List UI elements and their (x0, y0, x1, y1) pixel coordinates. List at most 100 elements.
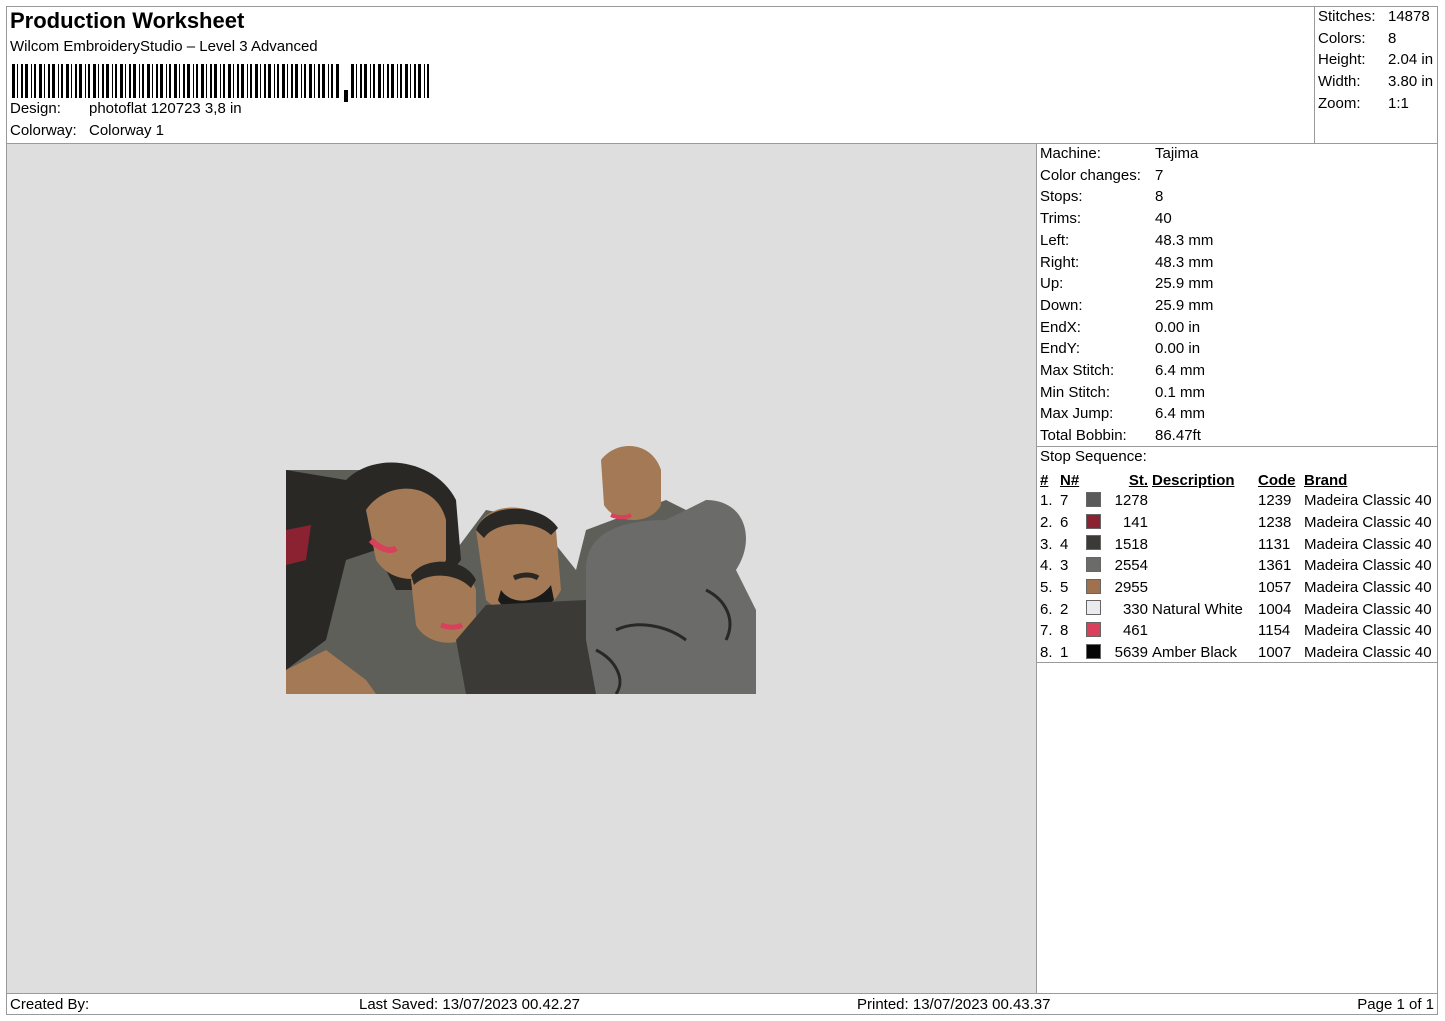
barcode-bar (85, 64, 86, 98)
color-swatch (1086, 643, 1101, 659)
barcode-bar (201, 64, 204, 98)
barcode-bar (58, 64, 59, 98)
barcode-bar (331, 64, 333, 98)
colorway-row: Colorway: Colorway 1 (10, 122, 164, 139)
table-row: 1. 7 1278 1239 Madeira Classic 40 (1038, 490, 1434, 512)
row-stitches: 461 (1122, 622, 1148, 640)
row-index: 8. (1040, 644, 1053, 662)
barcode-bar (61, 64, 63, 98)
stat-zoom: Zoom: 1:1 (1318, 94, 1409, 112)
row-needle: 2 (1060, 600, 1069, 618)
row-description (1150, 620, 1256, 642)
barcode-bar (414, 64, 416, 98)
machine-info-label: Max Jump: (1040, 405, 1114, 423)
barcode-bar (233, 64, 234, 98)
row-brand: Madeira Classic 40 (1304, 644, 1432, 662)
machine-info-label: Stops: (1040, 188, 1083, 206)
barcode-bar (228, 64, 231, 98)
row-stitches: 2955 (1114, 579, 1148, 597)
barcode-bar (255, 64, 258, 98)
row-index: 6. (1040, 600, 1053, 618)
divider (1036, 662, 1438, 663)
machine-info-row: Down: 25.9 mm (1040, 297, 1213, 314)
row-code: 1057 (1258, 579, 1292, 597)
machine-info-label: EndY: (1040, 340, 1081, 358)
row-swatch-cell (1084, 620, 1104, 642)
machine-info-value: 48.3 mm (1155, 253, 1214, 271)
barcode-bar (206, 64, 207, 98)
barcode-bar (260, 64, 261, 98)
barcode-bar (98, 64, 99, 98)
row-needle: 7 (1060, 492, 1069, 510)
barcode-bar (66, 64, 69, 98)
row-brand: Madeira Classic 40 (1304, 579, 1432, 597)
barcode-bar (264, 64, 266, 98)
col-brand: Brand (1304, 471, 1348, 489)
table-row: 6. 2 330 Natural White 1004 Madeira Classic 4… (1038, 598, 1434, 620)
stat-stitches: Stitches: 14878 (1318, 8, 1430, 25)
design-label: Design: (10, 100, 61, 117)
row-needle: 3 (1060, 557, 1069, 575)
row-code: 1154 (1258, 622, 1291, 640)
barcode-bar (410, 64, 411, 98)
row-needle: 1 (1060, 644, 1069, 662)
barcode-bar (250, 64, 252, 98)
divider (1036, 446, 1438, 447)
machine-info-row: Max Jump: 6.4 mm (1040, 405, 1205, 422)
machine-info-row: Left: 48.3 mm (1040, 232, 1213, 249)
row-index: 7. (1040, 622, 1053, 640)
table-row: 3. 4 1518 1131 Madeira Classic 40 (1038, 533, 1434, 555)
color-swatch (1086, 600, 1101, 616)
barcode-bar (378, 64, 381, 98)
color-swatch (1086, 578, 1101, 594)
row-description (1150, 555, 1256, 577)
row-stitches: 141 (1122, 514, 1148, 532)
row-description (1150, 533, 1256, 555)
barcode-bar (147, 64, 150, 98)
color-swatch (1086, 556, 1101, 572)
table-row: 7. 8 461 1154 Madeira Classic 40 (1038, 620, 1434, 642)
barcode-bar (214, 64, 217, 98)
barcode-bar (336, 64, 339, 98)
row-stitches: 1278 (1114, 492, 1148, 510)
barcode (12, 64, 429, 102)
row-brand: Madeira Classic 40 (1304, 492, 1432, 510)
barcode-bar (179, 64, 180, 98)
barcode-bar (247, 64, 248, 98)
stop-sequence-table: # N# St. Description Code Brand 1. 7 1278 1… (1038, 470, 1434, 664)
row-brand: Madeira Classic 40 (1304, 535, 1432, 553)
row-code: 1238 (1258, 514, 1292, 532)
row-code: 1007 (1258, 644, 1292, 662)
row-code: 1004 (1258, 600, 1292, 618)
barcode-bar (418, 64, 421, 98)
page-number: Page 1 of 1 (1357, 996, 1434, 1013)
machine-info-row: Up: 25.9 mm (1040, 275, 1213, 292)
barcode-bar (344, 90, 348, 102)
row-code: 1239 (1258, 492, 1292, 510)
stop-sequence-title: Stop Sequence: (1040, 448, 1147, 465)
machine-info-value: 6.4 mm (1155, 405, 1206, 423)
stat-height: Height: 2.04 in (1318, 51, 1434, 69)
machine-info-label: Color changes: (1040, 166, 1141, 184)
machine-info-label: Max Stitch: (1040, 362, 1115, 379)
row-swatch-cell (1084, 598, 1104, 620)
barcode-bar (400, 64, 402, 98)
machine-info-value: 48.3 mm (1155, 231, 1214, 249)
barcode-bar (309, 64, 312, 98)
row-needle: 4 (1060, 535, 1069, 553)
design-stats: Stitches: 14878 Colors: 8 Height: 2.04 in W… (1314, 6, 1438, 144)
barcode-bar (125, 64, 126, 98)
machine-info-label: Min Stitch: (1040, 383, 1111, 401)
color-swatch (1086, 621, 1101, 637)
design-preview (7, 144, 1037, 993)
table-row: 5. 5 2955 1057 Madeira Classic 40 (1038, 577, 1434, 599)
barcode-bar (424, 64, 425, 98)
barcode-bar (291, 64, 293, 98)
worksheet-title: Production Worksheet (10, 8, 245, 33)
machine-info-value: 86.47ft (1155, 427, 1201, 445)
created-by: Created By: (10, 996, 90, 1013)
machine-info-row: EndX: 0.00 in (1040, 319, 1200, 336)
barcode-bar (360, 64, 362, 98)
barcode-bar (160, 64, 163, 98)
barcode-bar (71, 64, 72, 98)
